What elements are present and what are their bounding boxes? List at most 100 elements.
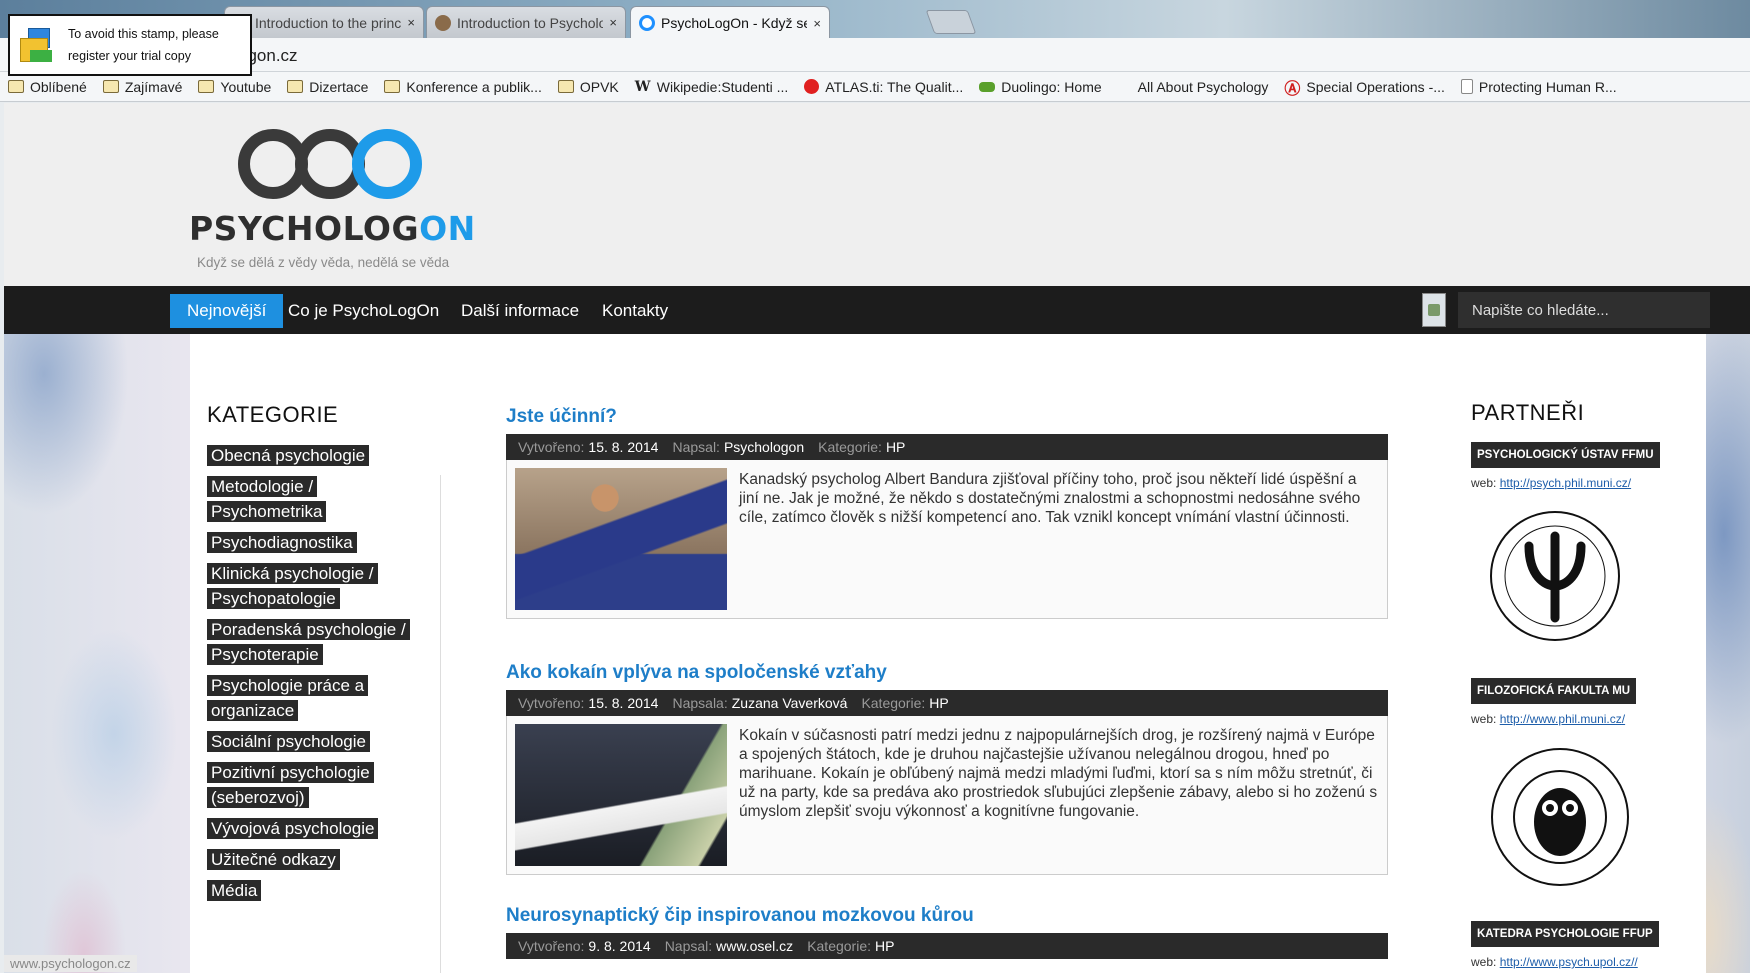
tab-close-icon[interactable]: × bbox=[407, 15, 415, 30]
psych-institute-seal-icon bbox=[1490, 511, 1620, 641]
bookmark-item[interactable]: Dizertace bbox=[287, 79, 368, 95]
bookmark-item[interactable]: All About Psychology bbox=[1138, 79, 1269, 95]
page-icon bbox=[1460, 79, 1473, 94]
browser-tab-bar: Introduction to the princi × Introductio… bbox=[0, 0, 1750, 39]
nav-item-latest[interactable]: Nejnovější bbox=[170, 294, 284, 328]
search-input[interactable] bbox=[1458, 292, 1710, 328]
stamp-line-2: register your trial copy bbox=[68, 49, 191, 63]
category-link[interactable]: Sociální psychologie bbox=[207, 731, 370, 752]
partners-title: PARTNEŘI bbox=[1471, 400, 1585, 425]
bookmark-item[interactable]: Protecting Human R... bbox=[1460, 78, 1617, 95]
article-card: Jste účinní? Vytvořeno: 15. 8. 2014 Napsa… bbox=[506, 406, 1388, 619]
site-logo[interactable]: PSYCHOLOGON Když se dělá z vědy věda, ne… bbox=[189, 125, 489, 270]
category-link[interactable]: Metodologie / Psychometrika bbox=[207, 476, 327, 522]
article-title[interactable]: Jste účinní? bbox=[506, 406, 1388, 434]
nav-item-about[interactable]: Co je PsychoLogOn bbox=[271, 294, 456, 328]
tab-label: Introduction to Psycholog bbox=[457, 14, 604, 31]
bookmark-label: Protecting Human R... bbox=[1478, 78, 1617, 95]
stamp-text: To avoid this stamp, please register you… bbox=[68, 23, 219, 67]
main-nav: Nejnovější Co je PsychoLogOn Další infor… bbox=[4, 286, 1750, 334]
partner-name: FILOZOFICKÁ FAKULTA MU bbox=[1471, 678, 1637, 704]
bookmark-item[interactable]: ATLAS.ti: The Qualit... bbox=[804, 79, 963, 95]
duolingo-icon bbox=[979, 81, 996, 92]
article-title[interactable]: Ako kokaín vplýva na spoločenské vzťahy bbox=[506, 662, 1388, 690]
new-tab-button[interactable] bbox=[925, 10, 977, 34]
bookmark-label: Special Operations -... bbox=[1306, 78, 1445, 95]
stamp-line-1: To avoid this stamp, please bbox=[68, 27, 219, 41]
bookmark-item[interactable]: Duolingo: Home bbox=[979, 78, 1102, 95]
bookmark-item[interactable]: Youtube bbox=[198, 79, 271, 95]
bookmark-label: Oblíbené bbox=[30, 78, 87, 95]
article-card: Neurosynaptický čip inspirovanou mozkovo… bbox=[506, 905, 1388, 959]
article-meta: Vytvořeno: 15. 8. 2014 Napsal: Psychologon… bbox=[506, 434, 1388, 460]
nav-item-more-info[interactable]: Další informace bbox=[444, 294, 596, 328]
avengers-icon: Ⓐ bbox=[1284, 80, 1301, 98]
browser-tab-active[interactable]: PsychoLogOn - Když se d × bbox=[630, 6, 830, 39]
folder-icon bbox=[287, 80, 304, 93]
article-meta: Vytvořeno: 9. 8. 2014 Napsal: www.osel.cz … bbox=[506, 933, 1388, 959]
bookmark-label: Wikipedie:Studenti ... bbox=[656, 78, 789, 95]
logo-rings-icon bbox=[189, 125, 489, 203]
nav-item-contacts[interactable]: Kontakty bbox=[585, 294, 685, 328]
partner-link[interactable]: http://www.psych.upol.cz// bbox=[1500, 955, 1638, 969]
article-body: Kanadský psycholog Albert Bandura zjišťo… bbox=[506, 460, 1388, 619]
folder-icon bbox=[8, 80, 24, 93]
partner-name: PSYCHOLOGICKÝ ÚSTAV FFMU bbox=[1471, 442, 1660, 468]
article-meta: Vytvořeno: 15. 8. 2014 Napsala: Zuzana Vav… bbox=[506, 690, 1388, 716]
category-link[interactable]: Psychologie práce a organizace bbox=[207, 675, 369, 721]
category-link[interactable]: Klinická psychologie / Psychopatologie bbox=[207, 563, 378, 609]
favicon-icon bbox=[639, 15, 655, 31]
partner-web: web: http://psych.phil.muni.cz/ bbox=[1471, 476, 1632, 490]
category-link[interactable]: Pozitivní psychologie (seberozvoj) bbox=[207, 762, 374, 808]
category-link[interactable]: Poradenská psychologie / Psychoterapie bbox=[207, 619, 410, 665]
site-header: PSYCHOLOGON Když se dělá z vědy věda, ne… bbox=[4, 103, 1750, 286]
bookmark-item[interactable]: OPVK bbox=[557, 78, 619, 95]
sidebar-divider bbox=[440, 475, 441, 973]
partner-link[interactable]: http://www.phil.muni.cz/ bbox=[1500, 712, 1625, 726]
address-bar[interactable]: ogon.cz bbox=[0, 38, 1750, 72]
bookmark-label: OPVK bbox=[579, 78, 619, 95]
bookmark-label: Youtube bbox=[220, 78, 272, 95]
trial-stamp: To avoid this stamp, please register you… bbox=[8, 14, 252, 76]
browser-tab-2[interactable]: Introduction to Psycholog × bbox=[426, 6, 626, 38]
browser-tab-1[interactable]: Introduction to the princi × bbox=[224, 6, 424, 38]
article-thumbnail[interactable] bbox=[515, 724, 727, 866]
article-title[interactable]: Neurosynaptický čip inspirovanou mozkovo… bbox=[506, 905, 1388, 933]
tab-label: PsychoLogOn - Když se d bbox=[661, 15, 808, 31]
bookmark-item[interactable]: Oblíbené bbox=[8, 79, 87, 95]
article-excerpt: Kokaín v súčasnosti patrí medzi jednu z … bbox=[739, 727, 1378, 820]
bookmark-item[interactable]: Ⓐ Special Operations -... bbox=[1284, 75, 1445, 99]
bookmark-label: Zajímavé bbox=[124, 78, 183, 95]
partner-name: KATEDRA PSYCHOLOGIE FFUP bbox=[1471, 921, 1659, 947]
category-link[interactable]: Psychodiagnostika bbox=[207, 532, 357, 553]
article-thumbnail[interactable] bbox=[515, 468, 727, 610]
partner-item: PSYCHOLOGICKÝ ÚSTAV FFMU web: http://psy… bbox=[1471, 442, 1671, 651]
folder-icon bbox=[384, 80, 401, 93]
bookmark-label: All About Psychology bbox=[1137, 78, 1269, 95]
bookmark-label: Duolingo: Home bbox=[1001, 78, 1102, 95]
stamp-app-icon bbox=[18, 26, 54, 64]
atlas-icon bbox=[804, 79, 820, 94]
partner-web: web: http://www.phil.muni.cz/ bbox=[1471, 712, 1626, 726]
logo-wordmark: PSYCHOLOGON bbox=[189, 209, 476, 248]
tab-close-icon[interactable]: × bbox=[813, 16, 821, 31]
search-icon[interactable] bbox=[1422, 293, 1446, 327]
category-link[interactable]: Média bbox=[207, 880, 262, 901]
folder-icon bbox=[102, 80, 119, 93]
wikipedia-icon: W bbox=[634, 78, 651, 95]
category-link[interactable]: Užitečné odkazy bbox=[207, 849, 340, 870]
partner-item: KATEDRA PSYCHOLOGIE FFUP web: http://www… bbox=[1471, 921, 1671, 969]
status-bar-url: www.psychologon.cz bbox=[4, 955, 137, 972]
bookmark-label: Konference a publik... bbox=[406, 78, 542, 95]
folder-icon bbox=[198, 80, 215, 93]
bookmark-item[interactable]: Zajímavé bbox=[102, 78, 183, 95]
categories-list: Obecná psychologie Metodologie / Psychom… bbox=[207, 444, 410, 910]
partner-link[interactable]: http://psych.phil.muni.cz/ bbox=[1500, 476, 1631, 490]
tab-close-icon[interactable]: × bbox=[609, 15, 617, 30]
favicon-icon bbox=[435, 14, 451, 31]
bookmark-item[interactable]: Konference a publik... bbox=[384, 78, 542, 95]
bookmark-item[interactable]: W Wikipedie:Studenti ... bbox=[635, 79, 789, 95]
bookmark-label: ATLAS.ti: The Qualit... bbox=[825, 78, 964, 95]
category-link[interactable]: Obecná psychologie bbox=[207, 445, 370, 466]
category-link[interactable]: Vývojová psychologie bbox=[207, 818, 379, 839]
